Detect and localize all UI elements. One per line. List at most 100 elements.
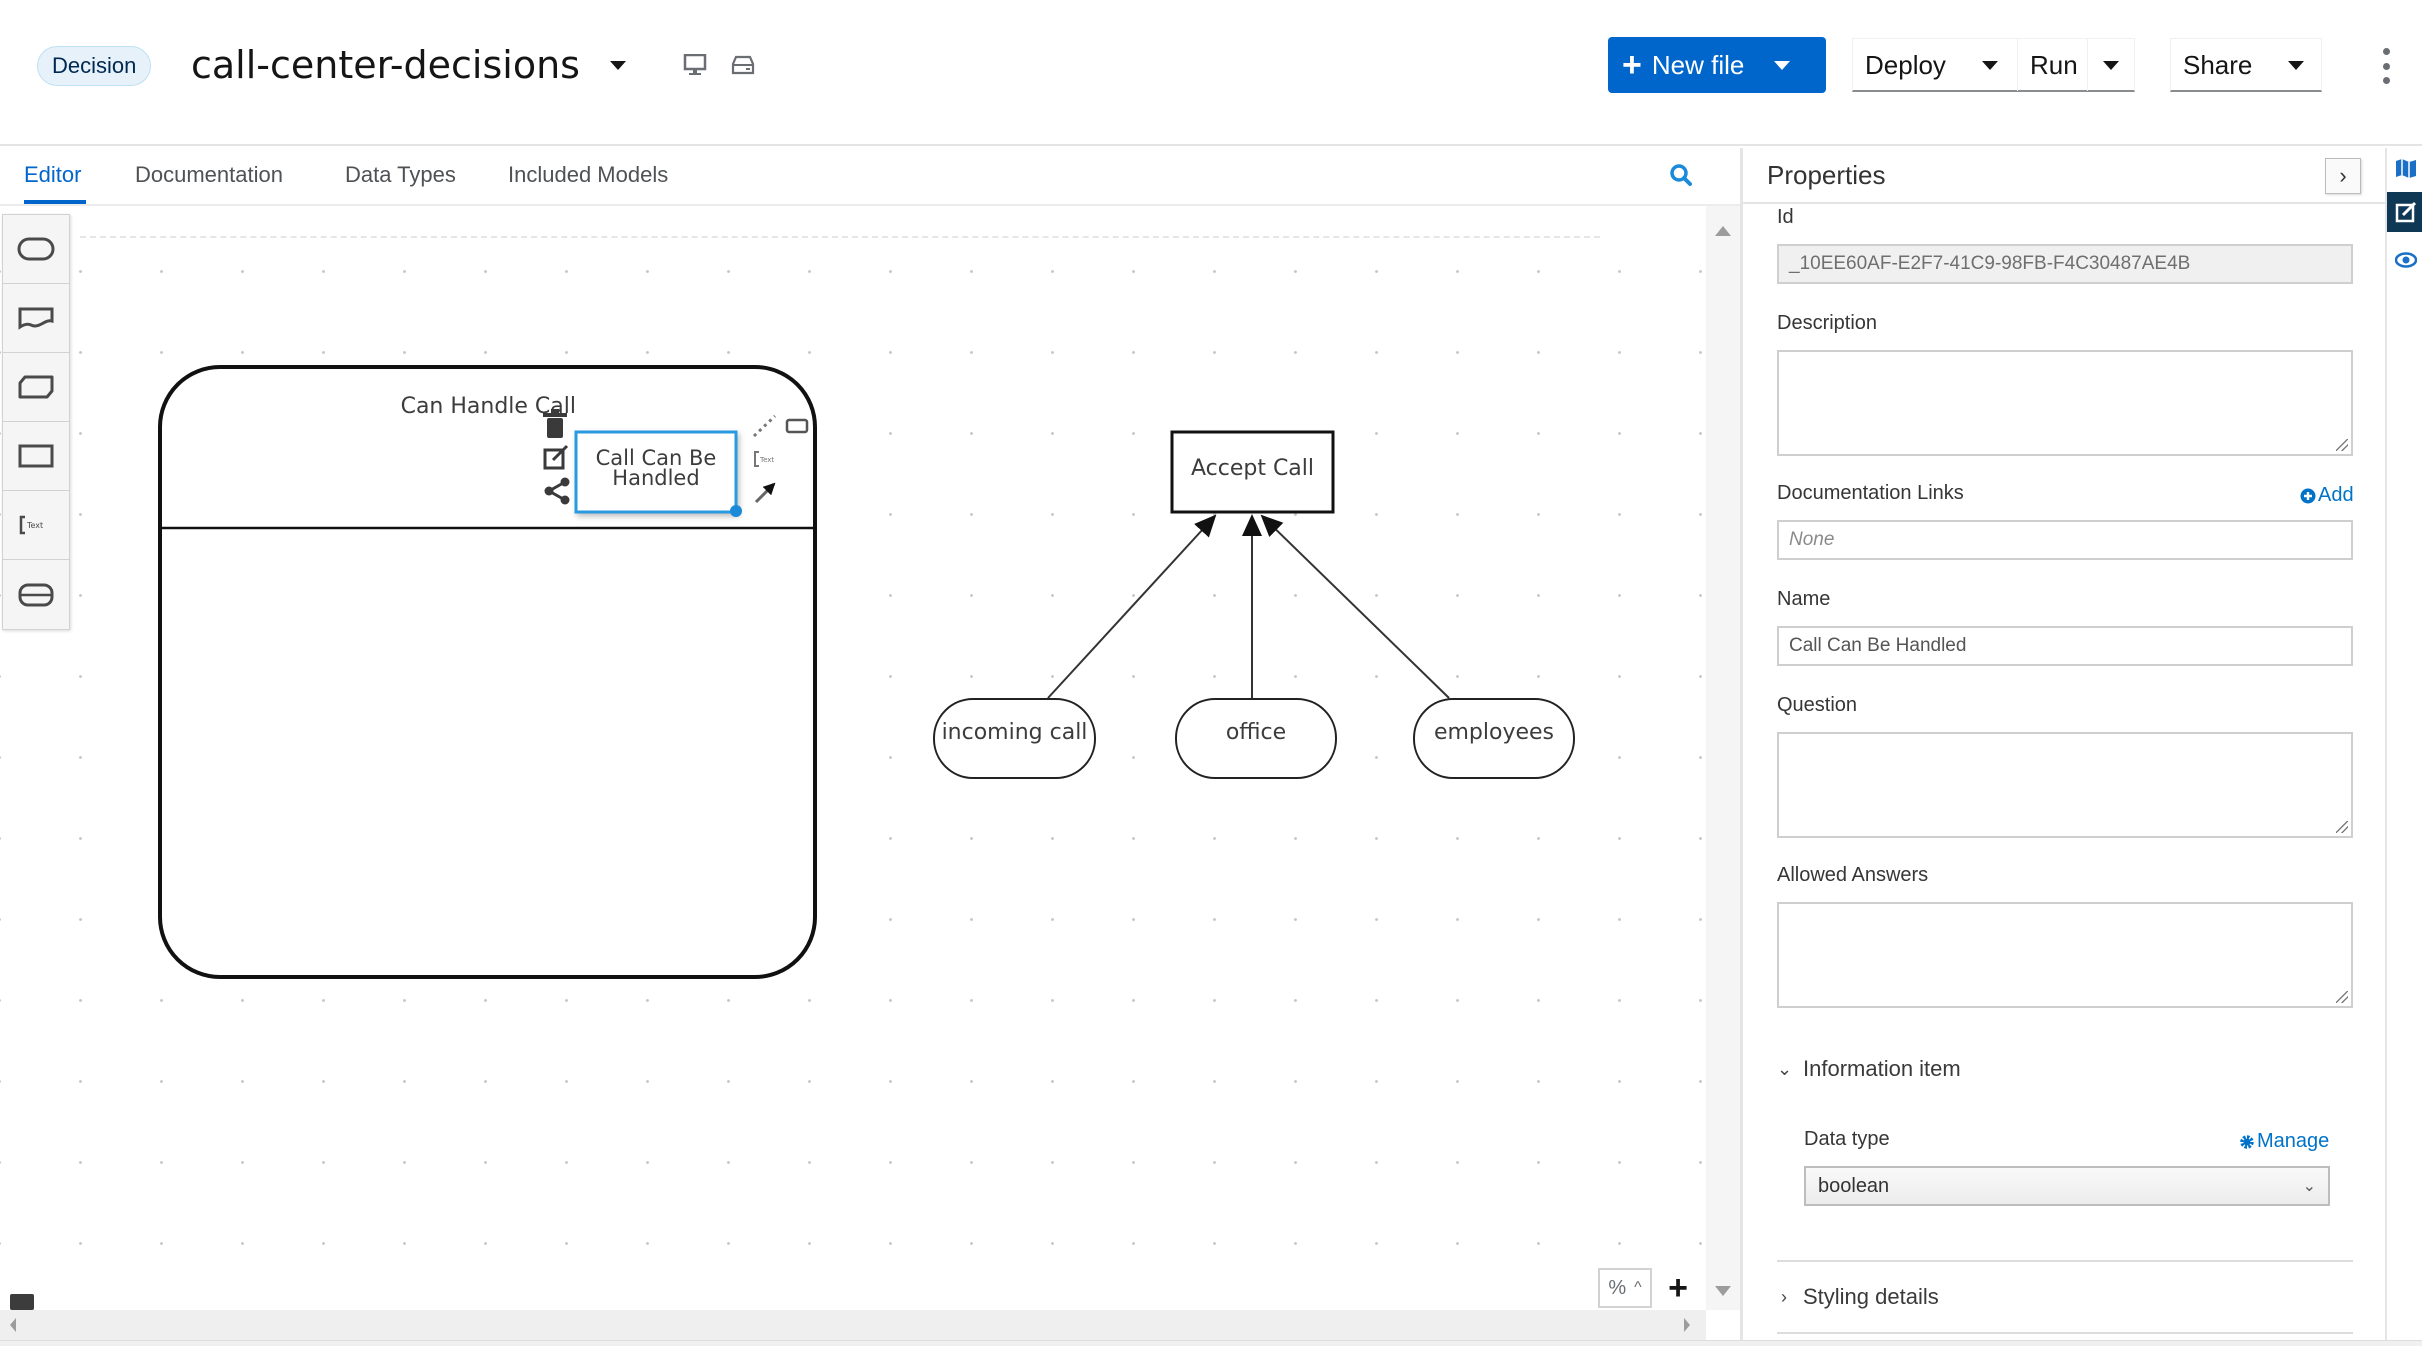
information-item-section-toggle[interactable]: ⌄ Information item [1777, 1056, 1961, 1082]
file-menu-caret-icon[interactable] [610, 61, 626, 70]
node-palette: Text [2, 214, 70, 630]
description-textarea[interactable] [1777, 350, 2353, 456]
section-divider [1777, 1260, 2353, 1262]
selected-decision-label: Call Can Be Handled [576, 446, 736, 490]
add-zoom-plus-icon[interactable]: + [1658, 1268, 1698, 1308]
preview-button[interactable] [2387, 240, 2422, 280]
explore-diagram-button[interactable] [2387, 148, 2422, 188]
new-file-button[interactable]: + New file [1608, 37, 1826, 93]
data-type-value: boolean [1818, 1174, 1890, 1197]
file-name-title[interactable]: call-center-decisions [191, 40, 580, 90]
map-icon [2395, 159, 2416, 178]
data-type-label: Data type [1804, 1128, 1890, 1150]
styling-details-label: Styling details [1803, 1284, 1939, 1309]
question-textarea[interactable] [1777, 732, 2353, 838]
tab-documentation[interactable]: Documentation [135, 162, 283, 188]
run-button[interactable]: Run [2018, 39, 2088, 91]
chevron-down-icon [2103, 60, 2119, 70]
share-group: Share [2170, 38, 2322, 92]
data-type-select[interactable]: boolean ⌄ [1804, 1166, 2330, 1206]
decision-service-icon [18, 583, 54, 606]
canvas-bounds-line [80, 236, 1600, 238]
accept-call-label: Accept Call [1190, 456, 1315, 481]
svg-text:Text: Text [759, 456, 774, 464]
palette-business-knowledge-model[interactable] [3, 353, 69, 422]
saved-drive-icon[interactable] [731, 54, 755, 76]
search-icon[interactable] [1668, 162, 1694, 188]
scroll-down-icon[interactable] [1715, 1286, 1731, 1296]
deploy-run-group: Deploy Run [1852, 38, 2135, 92]
documentation-links-label: Documentation Links [1777, 482, 1964, 504]
palette-input-data[interactable] [3, 215, 69, 284]
add-documentation-link-button[interactable]: Add [2300, 484, 2354, 507]
name-value: Call Can Be Handled [1789, 635, 1967, 656]
chevron-down-icon: ⌄ [2302, 1178, 2316, 1195]
plus-icon: + [1622, 46, 1642, 84]
file-type-badge: Decision [37, 46, 152, 86]
knowledge-source-icon [18, 307, 54, 330]
chevron-right-icon: › [2339, 163, 2347, 188]
manage-data-types-button[interactable]: Manage [2239, 1130, 2329, 1153]
tab-data-types[interactable]: Data Types [345, 162, 456, 188]
question-label: Question [1777, 694, 1858, 716]
canvas-vertical-scrollbar[interactable] [1706, 206, 1740, 1310]
input-label-incoming-call: incoming call [941, 720, 1088, 745]
palette-decision-service[interactable] [3, 560, 69, 629]
section-divider [1777, 1332, 2353, 1334]
new-file-label: New file [1651, 49, 1745, 80]
manage-label: Manage [2257, 1130, 2330, 1152]
plus-circle-icon [2300, 488, 2316, 503]
scroll-left-icon[interactable] [10, 1318, 16, 1332]
allowed-answers-label: Allowed Answers [1777, 864, 1929, 886]
palette-decision[interactable] [3, 422, 69, 491]
keyboard-shortcuts-icon[interactable] [10, 1294, 34, 1310]
id-value: _10EE60AF-E2F7-41C9-98FB-F4C30487AE4B [1789, 253, 2191, 274]
documentation-links-field[interactable]: None [1777, 520, 2353, 560]
resize-handle[interactable] [730, 505, 742, 517]
tab-editor[interactable]: Editor [24, 162, 81, 188]
more-options-kebab-icon[interactable] [2380, 48, 2392, 84]
chevron-down-icon: ⌄ [1777, 1058, 1793, 1079]
allowed-answers-textarea[interactable] [1777, 902, 2353, 1008]
input-label-office: office [1225, 720, 1287, 745]
chevron-right-icon: › [1781, 1286, 1787, 1307]
selected-decision-label-line2: Handled [612, 466, 700, 490]
properties-header: Properties › [1743, 148, 2385, 204]
deploy-button[interactable]: Deploy [1853, 39, 2018, 91]
share-button[interactable]: Share [2171, 39, 2321, 91]
chevron-down-icon [2288, 60, 2305, 70]
eye-icon [2394, 252, 2417, 268]
styling-details-section-toggle[interactable]: › Styling details [1777, 1284, 1939, 1310]
selected-decision-label-line1: Call Can Be [595, 446, 717, 470]
tab-included-models[interactable]: Included Models [508, 162, 668, 188]
run-label: Run [2030, 49, 2078, 80]
chevron-down-icon [1981, 60, 1998, 70]
desktop-icon[interactable] [683, 54, 707, 76]
active-tab-indicator [24, 200, 86, 204]
gear-icon [2240, 1134, 2254, 1149]
properties-toggle-button[interactable] [2387, 192, 2422, 232]
collapse-panel-button[interactable]: › [2325, 158, 2361, 194]
input-label-employees: employees [1433, 720, 1555, 745]
documentation-links-placeholder: None [1789, 529, 1835, 550]
name-field[interactable]: Call Can Be Handled [1777, 626, 2353, 666]
id-label: Id [1777, 206, 1794, 228]
run-options-toggle[interactable] [2088, 39, 2134, 91]
decision-service-label: Can Handle Call [400, 394, 576, 419]
id-field: _10EE60AF-E2F7-41C9-98FB-F4C30487AE4B [1777, 244, 2353, 284]
properties-panel: Properties › Id _10EE60AF-E2F7-41C9-98FB… [1740, 148, 2385, 1340]
app-header: Decision call-center-decisions + New fil… [0, 0, 2422, 146]
zoom-level-control[interactable]: % ^ [1598, 1268, 1652, 1308]
scroll-right-icon[interactable] [1684, 1318, 1690, 1332]
deploy-label: Deploy [1865, 49, 1946, 80]
palette-text-annotation[interactable]: Text [3, 491, 69, 560]
zoom-level-text: % [1608, 1276, 1627, 1299]
properties-title: Properties [1767, 160, 1886, 190]
decision-icon [18, 444, 54, 468]
palette-knowledge-source[interactable] [3, 284, 69, 353]
chevron-up-icon: ^ [1634, 1279, 1642, 1296]
canvas-horizontal-scrollbar[interactable] [0, 1310, 1706, 1340]
business-knowledge-model-icon [18, 375, 54, 399]
description-label: Description [1777, 312, 1878, 334]
scroll-up-icon[interactable] [1715, 226, 1731, 236]
